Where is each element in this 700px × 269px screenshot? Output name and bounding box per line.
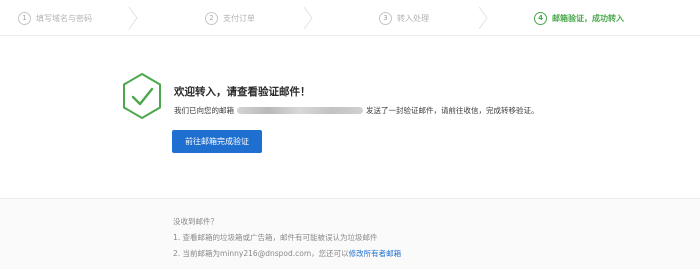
step-label: 邮箱验证，成功转入 (552, 13, 624, 23)
note-item-spam: 1. 查看邮箱的垃圾箱或广告箱，邮件有可能被误认为垃圾邮件 (173, 233, 378, 242)
message-prefix: 我们已向您的邮箱 (174, 106, 234, 115)
chevron-right-icon (478, 6, 488, 30)
notes-heading: 没收到邮件？ (173, 217, 218, 226)
step-label: 转入处理 (397, 13, 429, 23)
change-owner-email-link[interactable]: 修改所有者邮箱 (349, 249, 402, 258)
message-suffix: 发送了一封验证邮件，请前往收信，完成转移验证。 (366, 106, 539, 115)
go-to-mailbox-button[interactable]: 前往邮箱完成验证 (172, 130, 262, 153)
step-1: 1 填写域名与密码 (18, 0, 92, 36)
chevron-right-icon (303, 6, 313, 30)
step-number: 3 (379, 11, 392, 25)
step-3: 3 转入处理 (379, 0, 429, 36)
hexagon-check-icon (123, 72, 161, 120)
help-notes: 没收到邮件？ 1. 查看邮箱的垃圾箱或广告箱，邮件有可能被误认为垃圾邮件 2. … (0, 199, 700, 269)
chevron-right-icon (128, 6, 138, 30)
step-number: 4 (534, 11, 547, 25)
redacted-email (237, 107, 363, 114)
note-item-text: 2. 当前邮箱为minny216@dnspod.com，您还可以 (173, 249, 349, 258)
step-number: 2 (205, 11, 218, 25)
step-label: 填写域名与密码 (36, 13, 92, 23)
step-number: 1 (18, 11, 31, 25)
step-2: 2 支付订单 (205, 0, 255, 36)
progress-steps: 1 填写域名与密码 2 支付订单 3 转入处理 4 邮箱验证，成功转入 (0, 0, 700, 36)
page-title: 欢迎转入，请查看验证邮件！ (174, 86, 311, 98)
step-label: 支付订单 (223, 13, 255, 23)
verification-message: 我们已向您的邮箱 发送了一封验证邮件，请前往收信，完成转移验证。 (174, 105, 539, 116)
note-item-change-email: 2. 当前邮箱为minny216@dnspod.com，您还可以修改所有者邮箱 (173, 248, 401, 259)
step-4-current: 4 邮箱验证，成功转入 (534, 0, 624, 36)
